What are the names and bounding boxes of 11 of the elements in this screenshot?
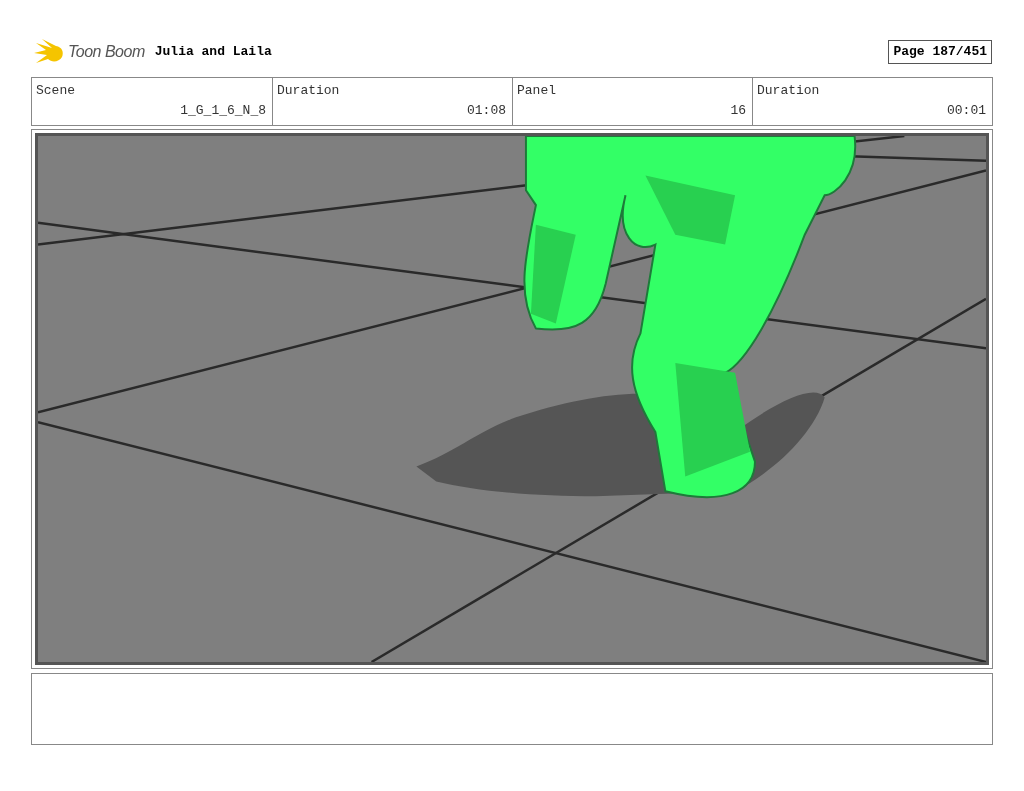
info-value: 00:01 (947, 101, 986, 120)
info-value: 01:08 (467, 101, 506, 120)
logo-text: Toon Boom (68, 42, 145, 62)
project-title: Julia and Laila (154, 43, 272, 62)
info-value: 16 (730, 101, 746, 120)
info-label: Duration (757, 82, 821, 100)
page-number: Page 187/451 (888, 40, 992, 64)
info-label: Scene (36, 82, 76, 100)
info-label: Duration (277, 82, 341, 100)
info-label: Panel (517, 82, 557, 100)
info-value: 1_G_1_6_N_8 (180, 101, 266, 120)
